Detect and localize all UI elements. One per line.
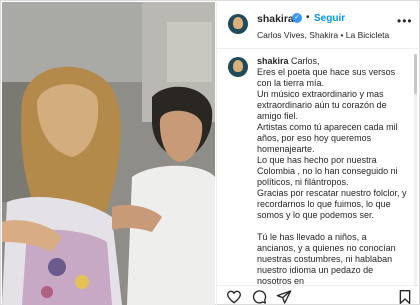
caption-line: Tú le has llevado a niños, a ancianos, y… <box>257 232 396 285</box>
comment-icon[interactable] <box>251 289 267 305</box>
caption-line: Carlos, <box>291 56 320 66</box>
heart-icon[interactable] <box>226 289 242 305</box>
share-icon[interactable] <box>276 289 292 305</box>
post-sidebar: shakira ✓ • Seguir Carlos Vives, Shakira… <box>216 2 420 305</box>
caption-line: Lo que has hecho por nuestra Colombia , … <box>257 155 398 187</box>
more-horizontal-icon[interactable]: ••• <box>397 14 413 28</box>
post-header: shakira ✓ • Seguir Carlos Vives, Shakira… <box>217 2 420 49</box>
caption-line: Eres el poeta que hace sus versos con la… <box>257 67 396 88</box>
caption-username[interactable]: shakira <box>257 56 289 66</box>
scrollbar-thumb[interactable] <box>414 54 417 94</box>
caption-line: Artistas como tú aparecen cada mil años,… <box>257 122 398 154</box>
post-photo-image <box>2 2 215 305</box>
caption-line: Gracias por rescatar nuestro folclor, y … <box>257 188 407 220</box>
audio-credit[interactable]: Carlos Vives, Shakira • La Bicicleta <box>257 30 389 40</box>
comments-area[interactable]: shakira Carlos, Eres el poeta que hace s… <box>217 50 420 285</box>
post-photo[interactable] <box>2 2 215 305</box>
caption-text: shakira Carlos, Eres el poeta que hace s… <box>257 56 407 285</box>
caption-avatar[interactable] <box>228 57 248 77</box>
username-link[interactable]: shakira <box>257 13 294 25</box>
follow-button[interactable]: Seguir <box>314 13 345 24</box>
avatar[interactable] <box>228 14 248 34</box>
scrollbar[interactable] <box>414 54 417 286</box>
separator-dot: • <box>306 12 310 23</box>
instagram-post: shakira ✓ • Seguir Carlos Vives, Shakira… <box>0 0 420 305</box>
caption-line: Un músico extraordinario y mas extraordi… <box>257 89 387 121</box>
verified-badge-icon: ✓ <box>292 13 302 23</box>
post-actions <box>217 285 420 305</box>
bookmark-icon[interactable] <box>397 289 413 305</box>
